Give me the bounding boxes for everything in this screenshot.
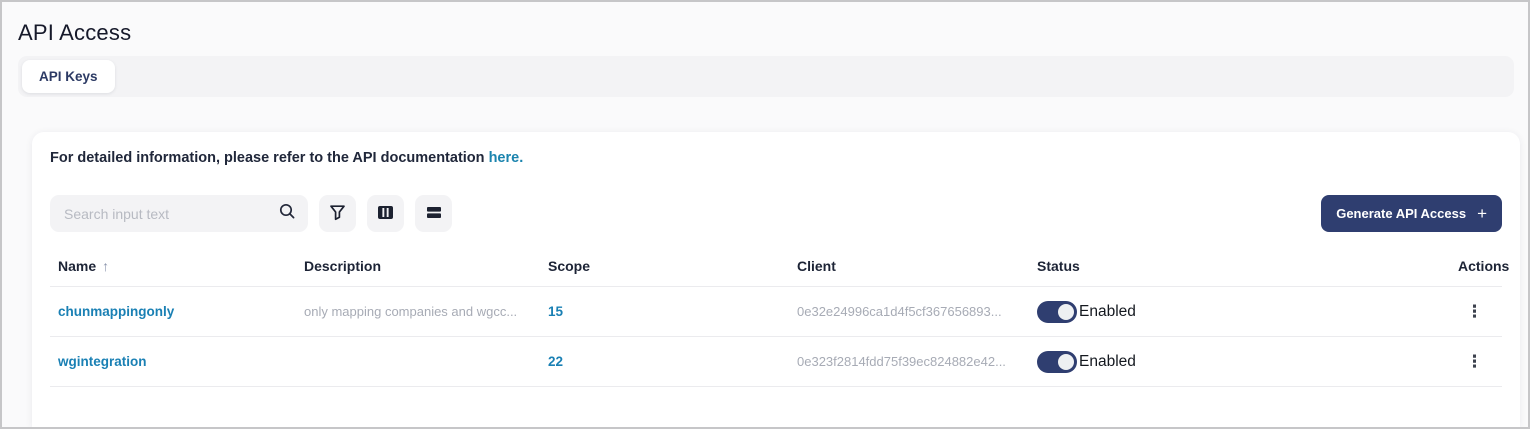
column-header-desc[interactable]: Description [296, 258, 540, 274]
toggle-knob [1058, 353, 1074, 370]
status-toggle[interactable] [1037, 300, 1077, 323]
status-label: Enabled [1079, 352, 1136, 370]
kebab-menu-icon[interactable]: ⋮ [1461, 299, 1488, 324]
column-header-name[interactable]: Name ↑ [50, 258, 296, 274]
table-body: chunmappingonly only mapping companies an… [50, 287, 1502, 387]
columns-button[interactable] [367, 195, 404, 232]
kebab-menu-icon[interactable]: ⋮ [1461, 349, 1488, 374]
plus-icon: + [1477, 204, 1487, 223]
api-key-name-link[interactable]: chunmappingonly [58, 304, 174, 319]
api-doc-info-text: For detailed information, please refer t… [50, 150, 524, 166]
filter-icon [329, 204, 346, 224]
page-title: API Access [18, 20, 132, 45]
sort-asc-icon: ↑ [102, 257, 110, 274]
generate-api-access-button[interactable]: Generate API Access + [1321, 195, 1502, 232]
column-header-scope[interactable]: Scope [540, 258, 789, 274]
api-key-client: 0e323f2814fdd75f39ec824882e42... [797, 354, 1006, 369]
api-keys-table: Name ↑ Description Scope Client Status Actions… [50, 245, 1509, 387]
density-icon [426, 206, 442, 222]
column-header-actions[interactable]: Actions [1450, 258, 1517, 274]
api-doc-here-link[interactable]: here. [489, 150, 524, 166]
api-key-name-link[interactable]: wgintegration [58, 354, 147, 369]
status-label: Enabled [1079, 302, 1136, 320]
tab-api-keys-label: API Keys [39, 69, 98, 84]
api-key-scope-link[interactable]: 15 [548, 304, 563, 319]
api-key-client: 0e32e24996ca1d4f5cf367656893... [797, 304, 1002, 319]
toolbar: Generate API Access + [50, 195, 1502, 232]
api-key-description: only mapping companies and wgcc... [304, 304, 518, 319]
api-access-page: API Access API Keys For detailed informa… [0, 0, 1530, 429]
column-header-status[interactable]: Status [1029, 258, 1450, 274]
filter-button[interactable] [319, 195, 356, 232]
generate-api-access-label: Generate API Access [1336, 206, 1467, 221]
api-keys-panel: For detailed information, please refer t… [32, 132, 1520, 427]
search-box [50, 195, 308, 232]
tab-api-keys[interactable]: API Keys [22, 60, 115, 93]
column-header-client[interactable]: Client [789, 258, 1029, 274]
api-key-scope-link[interactable]: 22 [548, 354, 563, 369]
tab-strip: API Keys [18, 56, 1514, 97]
search-input[interactable] [64, 205, 278, 222]
table-row: wgintegration 22 0e323f2814fdd75f39ec82488… [50, 337, 1502, 387]
status-toggle[interactable] [1037, 350, 1077, 373]
table-row: chunmappingonly only mapping companies an… [50, 287, 1502, 337]
search-icon [278, 202, 296, 225]
table-header-row: Name ↑ Description Scope Client Status Actions [50, 245, 1509, 287]
density-button[interactable] [415, 195, 452, 232]
toggle-knob [1058, 303, 1074, 320]
columns-icon [377, 205, 394, 223]
